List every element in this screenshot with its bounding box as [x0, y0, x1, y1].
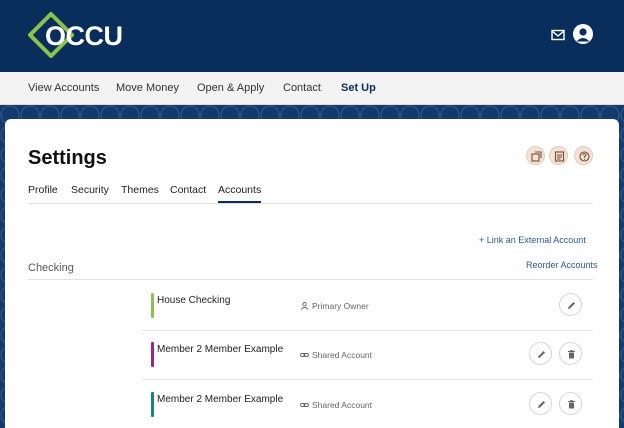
page-title: Settings [28, 147, 107, 169]
reorder-accounts-link[interactable]: Reorder Accounts [526, 260, 598, 270]
user-avatar-icon[interactable] [573, 24, 593, 44]
edit-button[interactable] [529, 392, 552, 415]
mail-icon[interactable] [551, 28, 565, 41]
link-external-account-link[interactable]: + Link an External Account [479, 235, 586, 245]
settings-card: Settings Profile Security Themes Contact… [5, 119, 619, 428]
tab-profile[interactable]: Profile [28, 184, 58, 201]
delete-button[interactable] [559, 342, 582, 365]
nav-contact[interactable]: Contact [283, 82, 321, 94]
pencil-icon [568, 302, 575, 309]
logo-text: OCCU [45, 21, 123, 51]
edit-button[interactable] [559, 293, 582, 316]
account-role: Primary Owner [300, 301, 369, 311]
account-role: Shared Account [300, 400, 372, 410]
print-icon[interactable] [549, 146, 568, 165]
account-color-bar [151, 392, 154, 417]
top-header: OCCU [0, 0, 624, 72]
section-divider [28, 279, 593, 280]
account-color-bar [151, 293, 154, 318]
occu-logo[interactable]: OCCU [28, 12, 123, 58]
link-icon [300, 403, 309, 407]
account-row: House Checking Primary Owner [142, 281, 593, 331]
nav-view-accounts[interactable]: View Accounts [28, 82, 99, 94]
person-icon [300, 302, 309, 310]
tab-security[interactable]: Security [71, 184, 109, 201]
account-row: Member 2 Member Example Shared Account [142, 380, 593, 428]
settings-tabs: Profile Security Themes Contact Accounts [28, 184, 593, 204]
help-icon[interactable] [574, 146, 593, 165]
section-label-checking: Checking [28, 262, 74, 274]
nav-open-apply[interactable]: Open & Apply [197, 82, 264, 94]
tab-themes[interactable]: Themes [121, 184, 159, 201]
account-name: Member 2 Member Example [157, 344, 284, 355]
nav-move-money[interactable]: Move Money [116, 82, 179, 94]
account-role-label: Primary Owner [312, 301, 369, 311]
account-color-bar [151, 342, 154, 367]
link-icon [300, 353, 309, 357]
pencil-icon [538, 401, 545, 408]
delete-button[interactable] [559, 392, 582, 415]
account-name: House Checking [157, 295, 231, 306]
pencil-icon [538, 351, 545, 358]
account-row: Member 2 Member Example Shared Account [142, 330, 593, 380]
trash-icon [568, 350, 575, 359]
nav-set-up[interactable]: Set Up [341, 82, 376, 94]
account-role: Shared Account [300, 350, 372, 360]
account-name: Member 2 Member Example [157, 394, 284, 405]
account-role-label: Shared Account [312, 400, 373, 410]
edit-button[interactable] [529, 342, 552, 365]
tab-accounts[interactable]: Accounts [218, 184, 262, 203]
account-role-label: Shared Account [312, 350, 373, 360]
main-nav: View Accounts Move Money Open & Apply Co… [0, 72, 624, 105]
tab-contact[interactable]: Contact [170, 184, 206, 201]
export-icon[interactable] [526, 146, 545, 165]
trash-icon [568, 400, 575, 409]
